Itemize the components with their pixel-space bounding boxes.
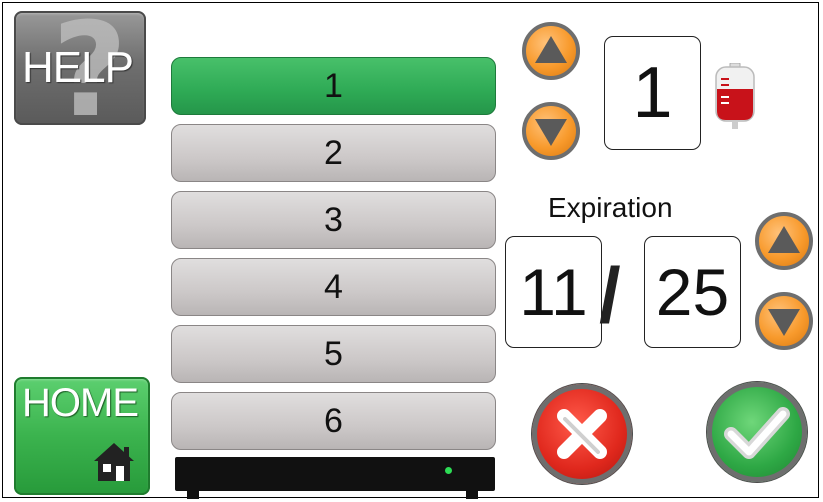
slot-label: 2 bbox=[324, 133, 343, 172]
slot-label: 4 bbox=[324, 267, 343, 306]
slot-label: 1 bbox=[324, 66, 343, 105]
x-icon bbox=[557, 409, 607, 459]
quantity-down-button[interactable] bbox=[522, 102, 580, 160]
expiration-month-display[interactable]: 11 bbox=[505, 236, 602, 348]
expiration-year-display[interactable]: 25 bbox=[644, 236, 741, 348]
confirm-button[interactable] bbox=[707, 382, 807, 482]
device-foot bbox=[466, 488, 478, 499]
arrow-down-icon bbox=[768, 309, 800, 336]
slot-label: 3 bbox=[324, 200, 343, 239]
slot-button-3[interactable]: 3 bbox=[171, 191, 496, 249]
slot-button-4[interactable]: 4 bbox=[171, 258, 496, 316]
help-label: HELP bbox=[22, 43, 134, 92]
slot-button-6[interactable]: 6 bbox=[171, 392, 496, 450]
status-led bbox=[445, 467, 452, 474]
slot-button-2[interactable]: 2 bbox=[171, 124, 496, 182]
quantity-up-button[interactable] bbox=[522, 22, 580, 80]
arrow-down-icon bbox=[535, 119, 567, 146]
expiration-label: Expiration bbox=[548, 192, 673, 223]
slot-label: 6 bbox=[324, 401, 343, 440]
arrow-up-icon bbox=[535, 36, 567, 63]
home-button[interactable]: HOME bbox=[14, 377, 150, 495]
device-foot bbox=[187, 488, 199, 499]
expiration-down-button[interactable] bbox=[755, 292, 813, 350]
cancel-button[interactable] bbox=[532, 384, 632, 484]
expiration-up-button[interactable] bbox=[755, 212, 813, 270]
checkmark-icon bbox=[724, 407, 790, 459]
slot-button-5[interactable]: 5 bbox=[171, 325, 496, 383]
slot-label: 5 bbox=[324, 334, 343, 373]
blood-bag-icon bbox=[715, 63, 755, 129]
quantity-display: 1 bbox=[604, 36, 701, 150]
date-separator: / bbox=[599, 251, 621, 339]
slot-button-1[interactable]: 1 bbox=[171, 57, 496, 115]
house-icon bbox=[94, 443, 134, 481]
arrow-up-icon bbox=[768, 226, 800, 253]
home-label: HOME bbox=[22, 381, 139, 425]
help-button[interactable]: ? HELP bbox=[14, 11, 146, 125]
storage-device bbox=[175, 457, 495, 491]
